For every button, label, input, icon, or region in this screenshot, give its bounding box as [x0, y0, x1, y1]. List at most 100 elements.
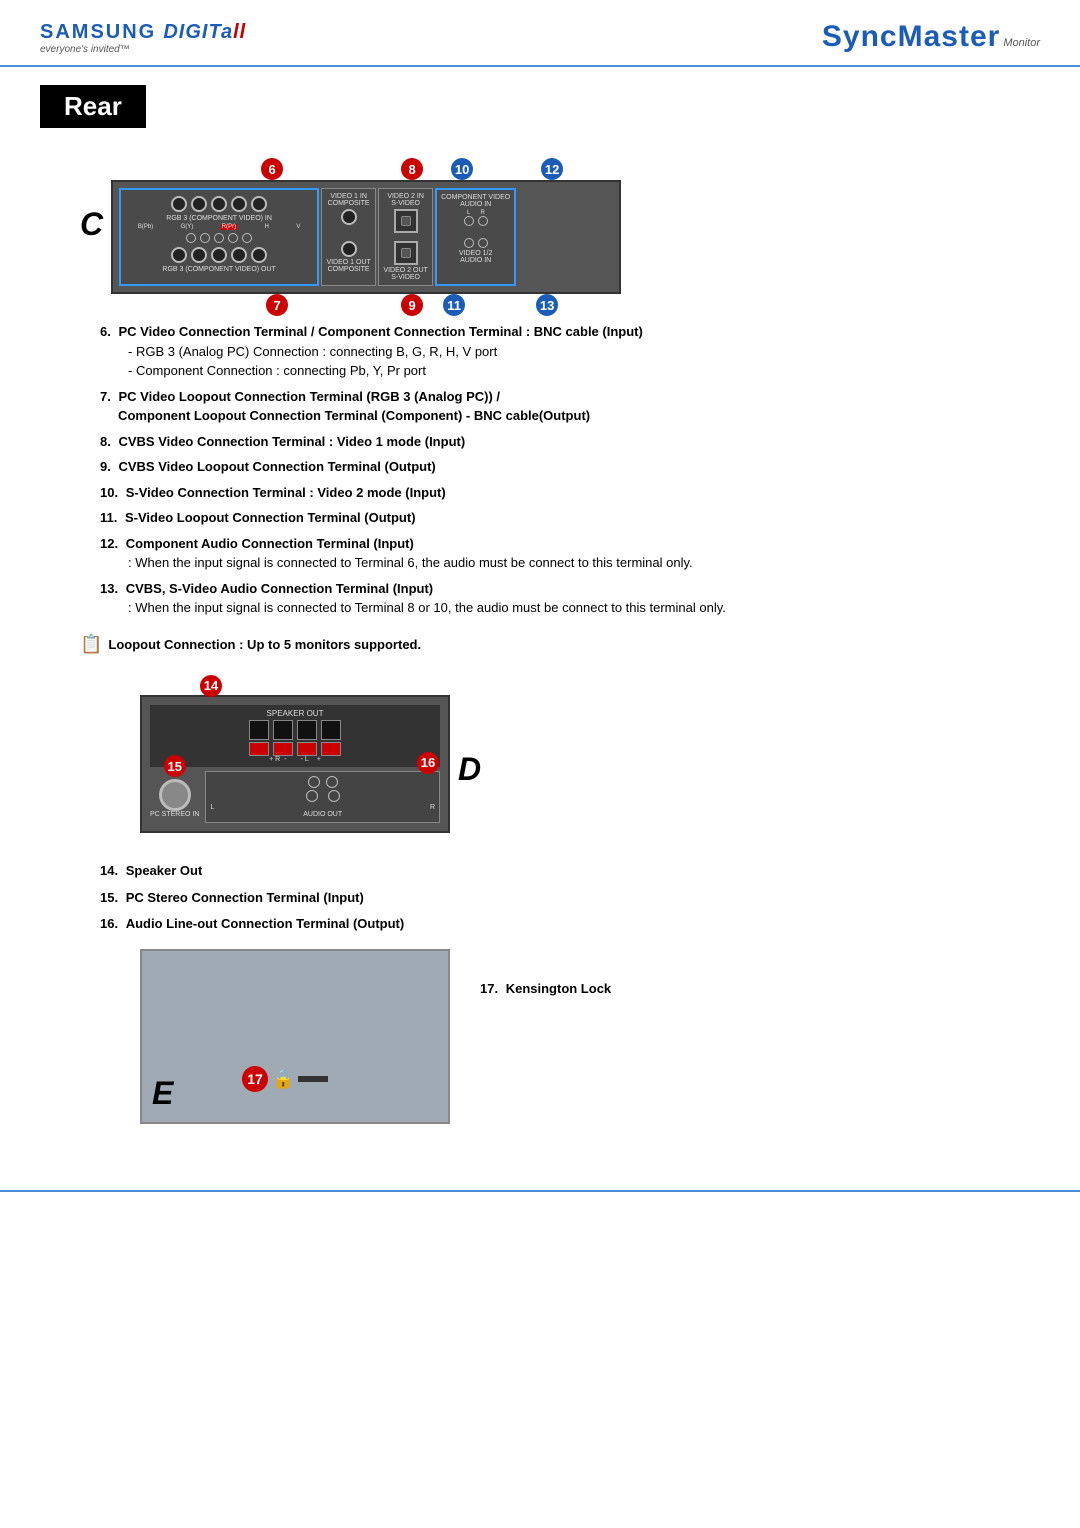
panel-c-section: C 6 8 10 12 — [80, 156, 1040, 294]
ao-circ-1 — [308, 776, 320, 788]
video1-in-conn — [341, 209, 357, 225]
panel-e-row: E 17 🔒 17. Kensington Lock — [140, 949, 1040, 1124]
desc-num-7: 7. — [100, 389, 111, 404]
desc-text-10: S-Video Connection Terminal : Video 2 mo… — [126, 485, 446, 500]
h-label: H — [265, 224, 269, 230]
video12-audio-label: VIDEO 1/2AUDIO IN — [459, 250, 492, 264]
audio-out-connectors — [210, 776, 435, 788]
panel-e-body: E 17 🔒 — [140, 949, 450, 1124]
video1-out-label: VIDEO 1 OUTCOMPOSITE — [326, 259, 370, 273]
bnc-4 — [231, 196, 247, 212]
badge-8: 8 — [401, 158, 423, 180]
panel-c-body: RGB 3 (COMPONENT VIDEO) IN B(Pb) G(Y) R(… — [111, 180, 621, 294]
speaker-bottom-row — [154, 742, 436, 756]
loopout-note-text: Loopout Connection : Up to 5 monitors su… — [108, 637, 421, 652]
desc-item-17: 17. Kensington Lock — [480, 979, 611, 999]
kensington-lock-icon: 🔒 — [272, 1069, 294, 1090]
descriptions-14-16: 14. Speaker Out 15. PC Stereo Connection… — [100, 861, 1040, 934]
bnc-2 — [191, 196, 207, 212]
badge-7: 7 — [266, 294, 288, 316]
spk-red-4 — [321, 742, 341, 756]
panel-e-label: E — [152, 1075, 173, 1112]
desc-num-13: 13. — [100, 581, 118, 596]
badge-16: 16 — [417, 752, 439, 774]
desc-item-14: 14. Speaker Out — [100, 861, 1040, 881]
b-pb-label: B(Pb) — [138, 224, 153, 230]
rgb-out-label: RGB 3 (COMPONENT VIDEO) OUT — [162, 266, 275, 273]
dot-empty-1 — [186, 233, 196, 243]
video1-out-conn — [341, 241, 357, 257]
page-title-box: Rear — [40, 85, 146, 128]
badge-15: 15 — [164, 755, 186, 777]
footer-line — [0, 1190, 1080, 1192]
desc-num-16: 16. — [100, 916, 118, 931]
ao-circ-2 — [326, 776, 338, 788]
audio-out-lr: LR — [210, 804, 435, 811]
desc-text-15: PC Stereo Connection Terminal (Input) — [126, 890, 364, 905]
bnc-5 — [251, 196, 267, 212]
audio-out-section: 16 LR AUDIO OUT — [205, 771, 440, 823]
page-title: Rear — [64, 91, 122, 122]
rgb-in-label: RGB 3 (COMPONENT VIDEO) IN — [166, 215, 272, 222]
rgb-mid-dots — [186, 233, 252, 243]
spk-sq-4 — [321, 720, 341, 740]
audio-r-out — [478, 238, 488, 248]
desc-item-11: 11. S-Video Loopout Connection Terminal … — [100, 508, 1040, 528]
dot-empty-5 — [242, 233, 252, 243]
desc-text-13: CVBS, S-Video Audio Connection Terminal … — [126, 581, 433, 596]
desc-num-10: 10. — [100, 485, 118, 500]
panel-d-label: D — [458, 751, 481, 788]
spk-polarity-labels: +R--L+ — [154, 756, 436, 763]
rgb-port-labels: B(Pb) G(Y) R(Pr) H V — [125, 224, 313, 230]
samsung-brand-text: SAMSUNG DIGITall — [40, 18, 246, 44]
bnc-1 — [171, 196, 187, 212]
desc-num-11: 11. — [100, 510, 117, 525]
audio-out-label: AUDIO OUT — [210, 811, 435, 818]
bnc-out-2 — [191, 247, 207, 263]
desc-item-9: 9. CVBS Video Loopout Connection Termina… — [100, 457, 1040, 477]
badge-13: 13 — [536, 294, 558, 316]
badge-14: 14 — [200, 675, 222, 697]
pc-stereo-section: 15 PC STEREO IN — [150, 775, 199, 818]
audio-r-in — [478, 216, 488, 226]
desc-num-6: 6. — [100, 324, 111, 339]
desc-num-9: 9. — [100, 459, 111, 474]
syncmaster-logo: SyncMaster Monitor — [822, 20, 1040, 54]
video1-section: VIDEO 1 INCOMPOSITE VIDEO 1 OUTCOMPOSITE — [321, 188, 376, 286]
desc-item-10: 10. S-Video Connection Terminal : Video … — [100, 483, 1040, 503]
desc-text-9: CVBS Video Loopout Connection Terminal (… — [118, 459, 435, 474]
desc-text-11: S-Video Loopout Connection Terminal (Out… — [125, 510, 416, 525]
ao-circ-4 — [328, 790, 340, 802]
desc-num-17: 17. — [480, 981, 498, 996]
syncmaster-sub: Monitor — [1003, 37, 1040, 49]
spk-red-3 — [297, 742, 317, 756]
desc-item-6: 6. PC Video Connection Terminal / Compon… — [100, 322, 1040, 381]
panel-c-label: C — [80, 206, 103, 243]
speaker-out-section: SPEAKER OUT +R--L+ — [150, 705, 440, 767]
rgb-bottom-row — [171, 247, 267, 263]
desc-text-7: PC Video Loopout Connection Terminal (RG… — [100, 389, 590, 424]
pc-stereo-label: PC STEREO IN — [150, 811, 199, 818]
audio-out-connectors2 — [210, 790, 435, 802]
panel-d-section: 14 SPEAKER OUT — [140, 671, 1040, 833]
desc-text-6: PC Video Connection Terminal / Component… — [118, 324, 642, 339]
audio-l-in — [464, 216, 474, 226]
audio-out-row — [464, 238, 488, 248]
badge-17: 17 — [242, 1066, 268, 1092]
audio-section: COMPONENT VIDEOAUDIO IN L R — [435, 188, 516, 286]
desc-item-16: 16. Audio Line-out Connection Terminal (… — [100, 914, 1040, 934]
pc-stereo-jack — [159, 779, 191, 811]
g-y-label: G(Y) — [181, 224, 194, 230]
desc-text-8: CVBS Video Connection Terminal : Video 1… — [118, 434, 465, 449]
dot-empty-2 — [200, 233, 210, 243]
video2-in-label: VIDEO 2 INS-VIDEO — [387, 193, 424, 207]
ao-circ-3 — [306, 790, 318, 802]
page-title-section: Rear — [0, 67, 1080, 136]
badge-11: 11 — [443, 294, 465, 316]
v-label: V — [296, 224, 300, 230]
bnc-out-5 — [251, 247, 267, 263]
rgb-section: RGB 3 (COMPONENT VIDEO) IN B(Pb) G(Y) R(… — [119, 188, 319, 286]
descriptions-6-13: 6. PC Video Connection Terminal / Compon… — [100, 322, 1040, 618]
lock-slot — [298, 1076, 328, 1082]
bnc-out-3 — [211, 247, 227, 263]
